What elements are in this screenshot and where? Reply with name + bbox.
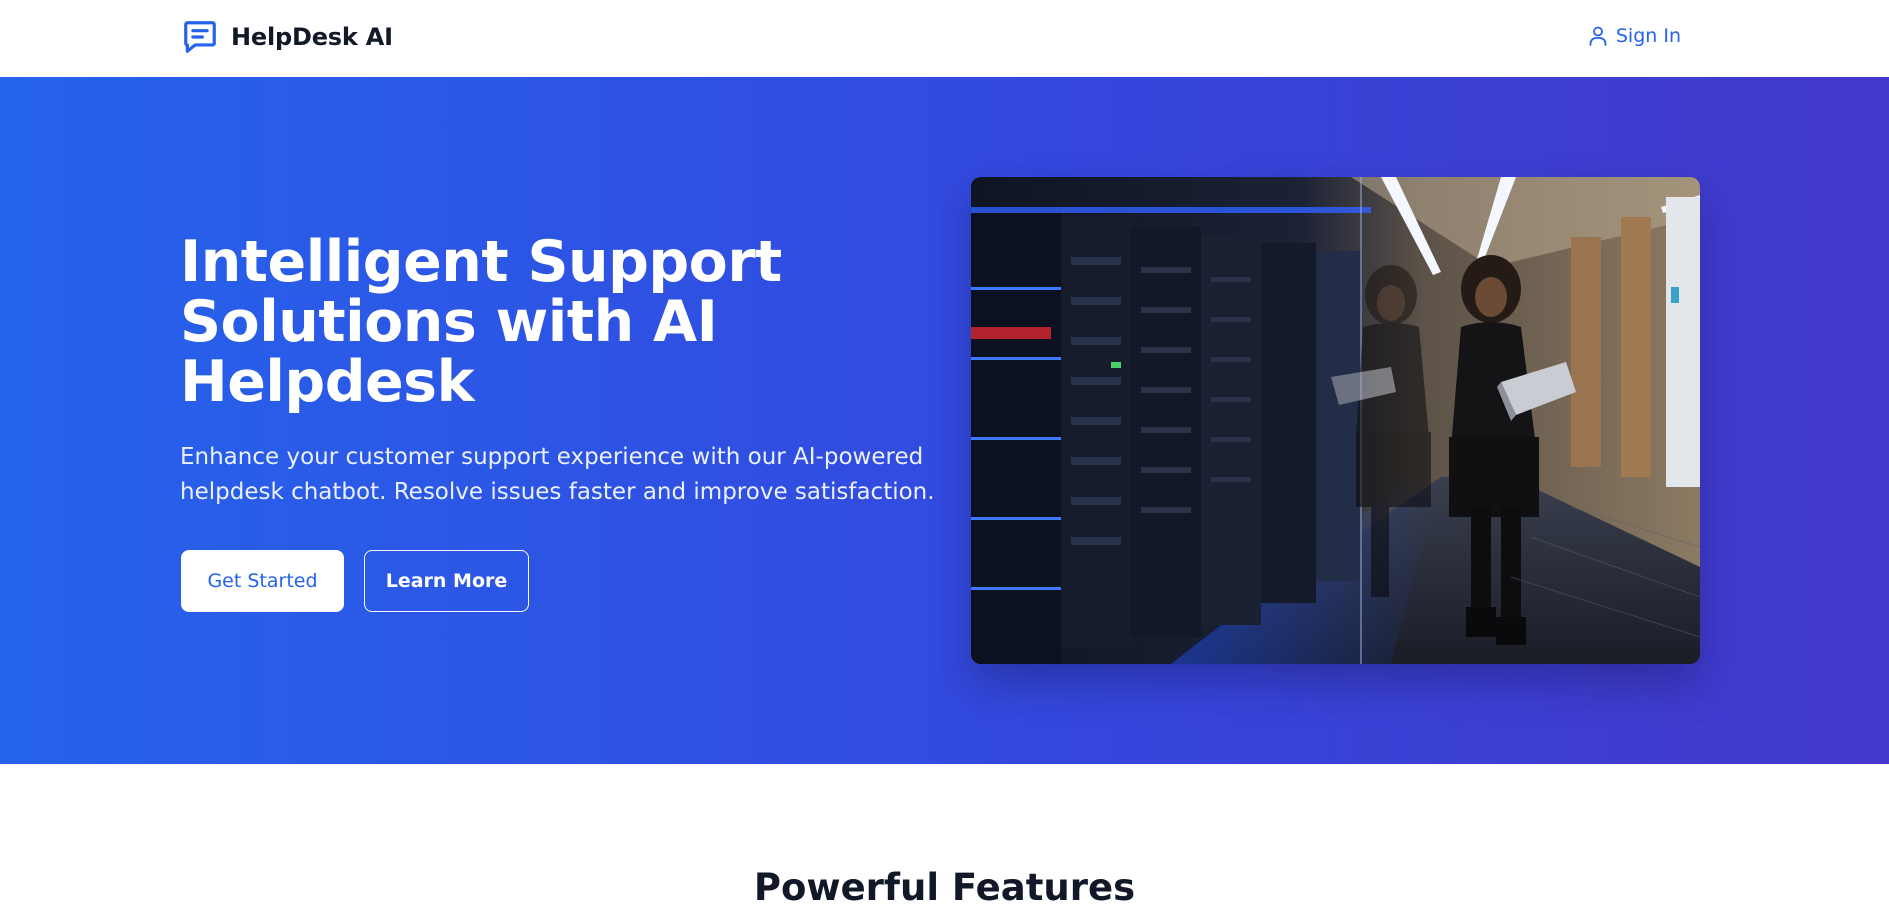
sign-in-link[interactable]: Sign In — [1586, 24, 1681, 48]
navbar: HelpDesk AI Sign In — [0, 0, 1889, 77]
hero-subtitle: Enhance your customer support experience… — [180, 444, 935, 505]
features-heading: Powerful Features — [753, 866, 1136, 909]
sign-in-label: Sign In — [1615, 25, 1681, 47]
user-icon — [1589, 26, 1607, 46]
hero-title: Intelligent Support Solutions with AI He… — [180, 229, 782, 415]
brand-name: HelpDesk AI — [231, 23, 393, 51]
get-started-button[interactable]: Get Started — [181, 550, 344, 612]
chat-bubble-icon — [184, 21, 216, 53]
brand-logo-link[interactable]: HelpDesk AI — [181, 18, 393, 56]
hero-section: Intelligent Support Solutions with AI He… — [0, 77, 1889, 764]
server-room-illustration — [971, 177, 1700, 664]
hero-image — [971, 177, 1700, 664]
learn-more-button[interactable]: Learn More — [364, 550, 529, 612]
